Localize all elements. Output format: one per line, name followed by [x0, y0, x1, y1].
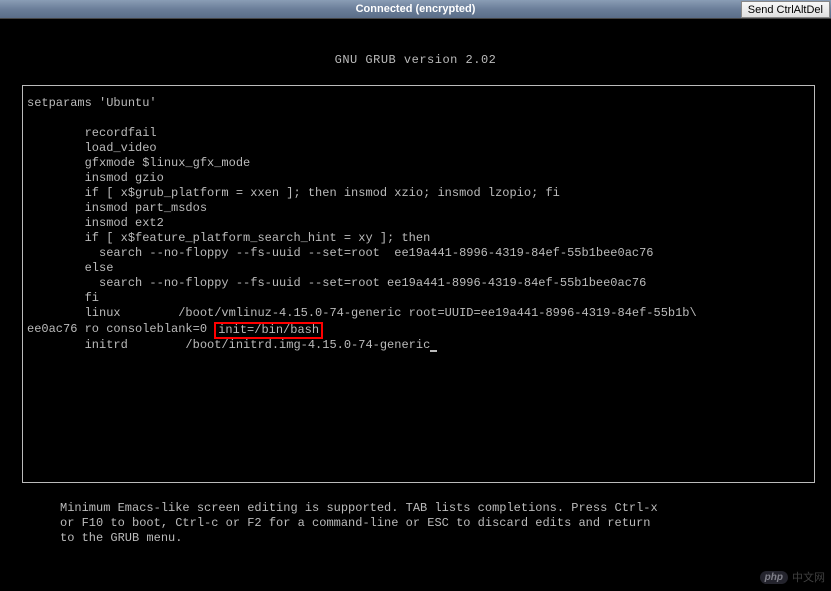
- editor-line: insmod gzio: [27, 171, 164, 185]
- editor-line: if [ x$grub_platform = xxen ]; then insm…: [27, 186, 560, 200]
- editor-line: ee0ac76 ro consoleblank=0: [27, 322, 214, 336]
- grub-editor-box[interactable]: setparams 'Ubuntu' recordfail load_video…: [22, 85, 815, 483]
- vnc-title-bar: Connected (encrypted) Send CtrlAltDel: [0, 0, 831, 19]
- grub-editor-content[interactable]: setparams 'Ubuntu' recordfail load_video…: [27, 96, 808, 353]
- watermark-badge: php: [760, 571, 788, 584]
- editor-line: initrd /boot/initrd.img-4.15.0-74-generi…: [27, 338, 430, 352]
- editor-line: gfxmode $linux_gfx_mode: [27, 156, 250, 170]
- editor-line: setparams 'Ubuntu': [27, 96, 157, 110]
- editor-line: search --no-floppy --fs-uuid --set=root …: [27, 246, 654, 260]
- connection-status: Connected (encrypted): [356, 3, 476, 15]
- editor-line: linux /boot/vmlinuz-4.15.0-74-generic ro…: [27, 306, 697, 320]
- watermark: php 中文网: [760, 569, 825, 585]
- editor-line: insmod part_msdos: [27, 201, 207, 215]
- editor-line: insmod ext2: [27, 216, 164, 230]
- send-ctrl-alt-del-button[interactable]: Send CtrlAltDel: [741, 1, 830, 18]
- grub-header: GNU GRUB version 2.02: [12, 53, 819, 67]
- grub-help-text: Minimum Emacs-like screen editing is sup…: [60, 501, 809, 546]
- editor-line: if [ x$feature_platform_search_hint = xy…: [27, 231, 430, 245]
- init-param-highlight: init=/bin/bash: [214, 322, 323, 339]
- editor-line: fi: [27, 291, 99, 305]
- text-cursor: [430, 350, 437, 352]
- editor-line: load_video: [27, 141, 157, 155]
- watermark-text: 中文网: [792, 569, 825, 585]
- editor-line: search --no-floppy --fs-uuid --set=root …: [27, 276, 646, 290]
- editor-line: recordfail: [27, 126, 157, 140]
- terminal-screen: GNU GRUB version 2.02 setparams 'Ubuntu'…: [0, 19, 831, 591]
- editor-line: else: [27, 261, 113, 275]
